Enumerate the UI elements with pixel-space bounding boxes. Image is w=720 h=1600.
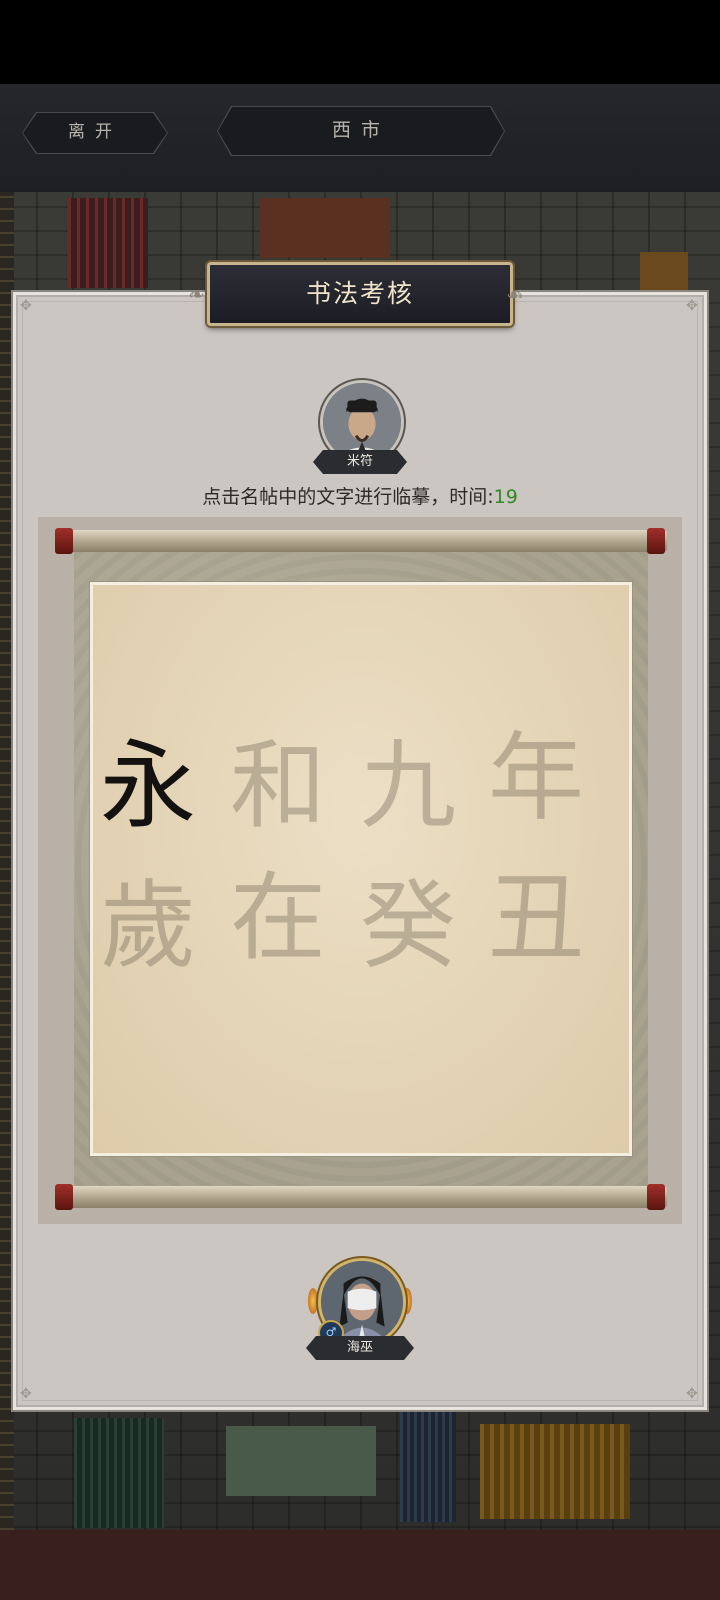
scholar-portrait-icon [323, 383, 401, 461]
scroll-rod-bottom [55, 1186, 667, 1208]
title-ornament-left-icon: ❧ [188, 282, 205, 306]
corner-ornament-icon: ✥ [20, 1386, 32, 1402]
scene-window [400, 1412, 456, 1522]
leave-button-frame[interactable]: 离开 [22, 112, 168, 154]
scene-window [640, 252, 688, 292]
corner-ornament-icon: ✥ [20, 298, 32, 314]
instruction-text: 点击名帖中的文字进行临摹，时间:19 [0, 482, 720, 509]
scene-window [480, 1424, 630, 1519]
dialog-title: 书法考核 [207, 262, 513, 326]
scene-flower-bed [226, 1426, 376, 1496]
scroll-knob [55, 1184, 73, 1210]
calligraphy-char[interactable]: 九 [360, 738, 456, 834]
calligraphy-char[interactable]: 年 [488, 730, 584, 826]
player-name-label: 海巫 [306, 1336, 414, 1360]
scene-window [68, 198, 148, 288]
scene-window [260, 198, 390, 258]
scene-pillar [0, 192, 14, 1600]
master-name-label: 米符 [313, 450, 407, 474]
flame-ornament-icon [308, 1288, 318, 1314]
calligraphy-char[interactable]: 歲 [100, 878, 196, 974]
leave-button[interactable]: 离开 [23, 113, 167, 153]
status-bar [0, 0, 720, 84]
instruction-label: 点击名帖中的文字进行临摹，时间: [202, 486, 494, 508]
corner-ornament-icon: ✥ [686, 1386, 698, 1402]
scroll-rod-top [55, 530, 667, 552]
calligraphy-char[interactable]: 癸 [360, 878, 456, 974]
scene-floor [0, 1530, 720, 1600]
scene-window [74, 1418, 164, 1528]
countdown-timer: 19 [493, 486, 518, 508]
calligraphy-char[interactable]: 丑 [488, 870, 584, 966]
calligraphy-char[interactable]: 和 [230, 738, 326, 834]
calligraphy-char[interactable]: 永 [100, 738, 196, 834]
scroll-knob [55, 528, 73, 554]
location-plate-frame: 西市 [217, 106, 505, 156]
location-title: 西市 [218, 107, 504, 155]
scroll-knob [647, 528, 665, 554]
corner-ornament-icon: ✥ [686, 298, 698, 314]
title-ornament-right-icon: ☙ [506, 282, 524, 306]
scroll-knob [647, 1184, 665, 1210]
calligraphy-char[interactable]: 在 [230, 870, 326, 966]
